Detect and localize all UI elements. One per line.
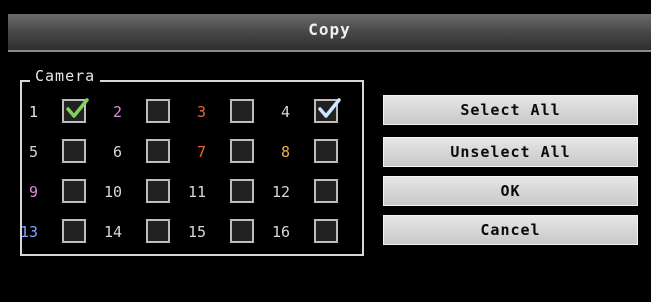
camera-row: 9 10 11 12 — [24, 178, 356, 218]
camera-number-label: 3 — [196, 103, 206, 121]
camera-cell: 12 — [272, 178, 358, 208]
camera-checkbox-grid: 1 2 3 4 5 6 7 8 9 10 11 12 13 14 15 16 — [20, 98, 358, 258]
camera-number-label: 2 — [112, 103, 122, 121]
camera-number-label: 16 — [271, 223, 290, 241]
camera-cell: 8 — [276, 138, 358, 168]
camera-4-checkbox[interactable] — [314, 98, 341, 123]
ok-button[interactable]: OK — [383, 176, 638, 206]
camera-1-checkbox[interactable] — [62, 98, 89, 123]
cancel-button[interactable]: Cancel — [383, 215, 638, 245]
camera-number-label: 4 — [280, 103, 290, 121]
camera-number-label: 9 — [28, 183, 38, 201]
camera-9-checkbox[interactable] — [62, 179, 86, 203]
camera-number-label: 6 — [112, 143, 122, 161]
camera-3-checkbox[interactable] — [230, 99, 254, 123]
camera-15-checkbox[interactable] — [230, 219, 254, 243]
camera-row: 1 2 3 4 — [24, 98, 356, 138]
camera-number-label: 12 — [271, 183, 290, 201]
camera-12-checkbox[interactable] — [314, 179, 338, 203]
camera-11-checkbox[interactable] — [230, 179, 254, 203]
camera-row: 13 14 15 16 — [20, 218, 358, 258]
camera-cell: 4 — [276, 98, 358, 128]
select-all-button[interactable]: Select All — [383, 95, 638, 125]
camera-6-checkbox[interactable] — [146, 139, 170, 163]
camera-10-checkbox[interactable] — [146, 179, 170, 203]
camera-row: 5 6 7 8 — [24, 138, 356, 178]
copy-dialog: Copy Camera 1 2 3 4 5 6 7 8 9 10 11 12 13 14 15 16 Sele… — [0, 0, 651, 302]
camera-14-checkbox[interactable] — [146, 219, 170, 243]
dialog-title: Copy — [308, 20, 351, 39]
camera-cell: 16 — [272, 218, 358, 248]
camera-number-label: 1 — [28, 103, 38, 121]
camera-number-label: 10 — [103, 183, 122, 201]
dialog-titlebar: Copy — [8, 14, 651, 52]
unselect-all-button[interactable]: Unselect All — [383, 137, 638, 167]
camera-number-label: 13 — [19, 223, 38, 241]
camera-group-label: Camera — [30, 67, 101, 85]
camera-2-checkbox[interactable] — [146, 99, 170, 123]
camera-number-label: 11 — [187, 183, 206, 201]
camera-8-checkbox[interactable] — [314, 139, 338, 163]
checkmark-icon — [66, 98, 89, 118]
camera-number-label: 7 — [196, 143, 206, 161]
camera-5-checkbox[interactable] — [62, 139, 86, 163]
camera-number-label: 8 — [280, 143, 290, 161]
checkmark-icon — [318, 98, 341, 118]
camera-13-checkbox[interactable] — [62, 219, 86, 243]
camera-number-label: 14 — [103, 223, 122, 241]
camera-number-label: 5 — [28, 143, 38, 161]
camera-16-checkbox[interactable] — [314, 219, 338, 243]
camera-7-checkbox[interactable] — [230, 139, 254, 163]
camera-number-label: 15 — [187, 223, 206, 241]
